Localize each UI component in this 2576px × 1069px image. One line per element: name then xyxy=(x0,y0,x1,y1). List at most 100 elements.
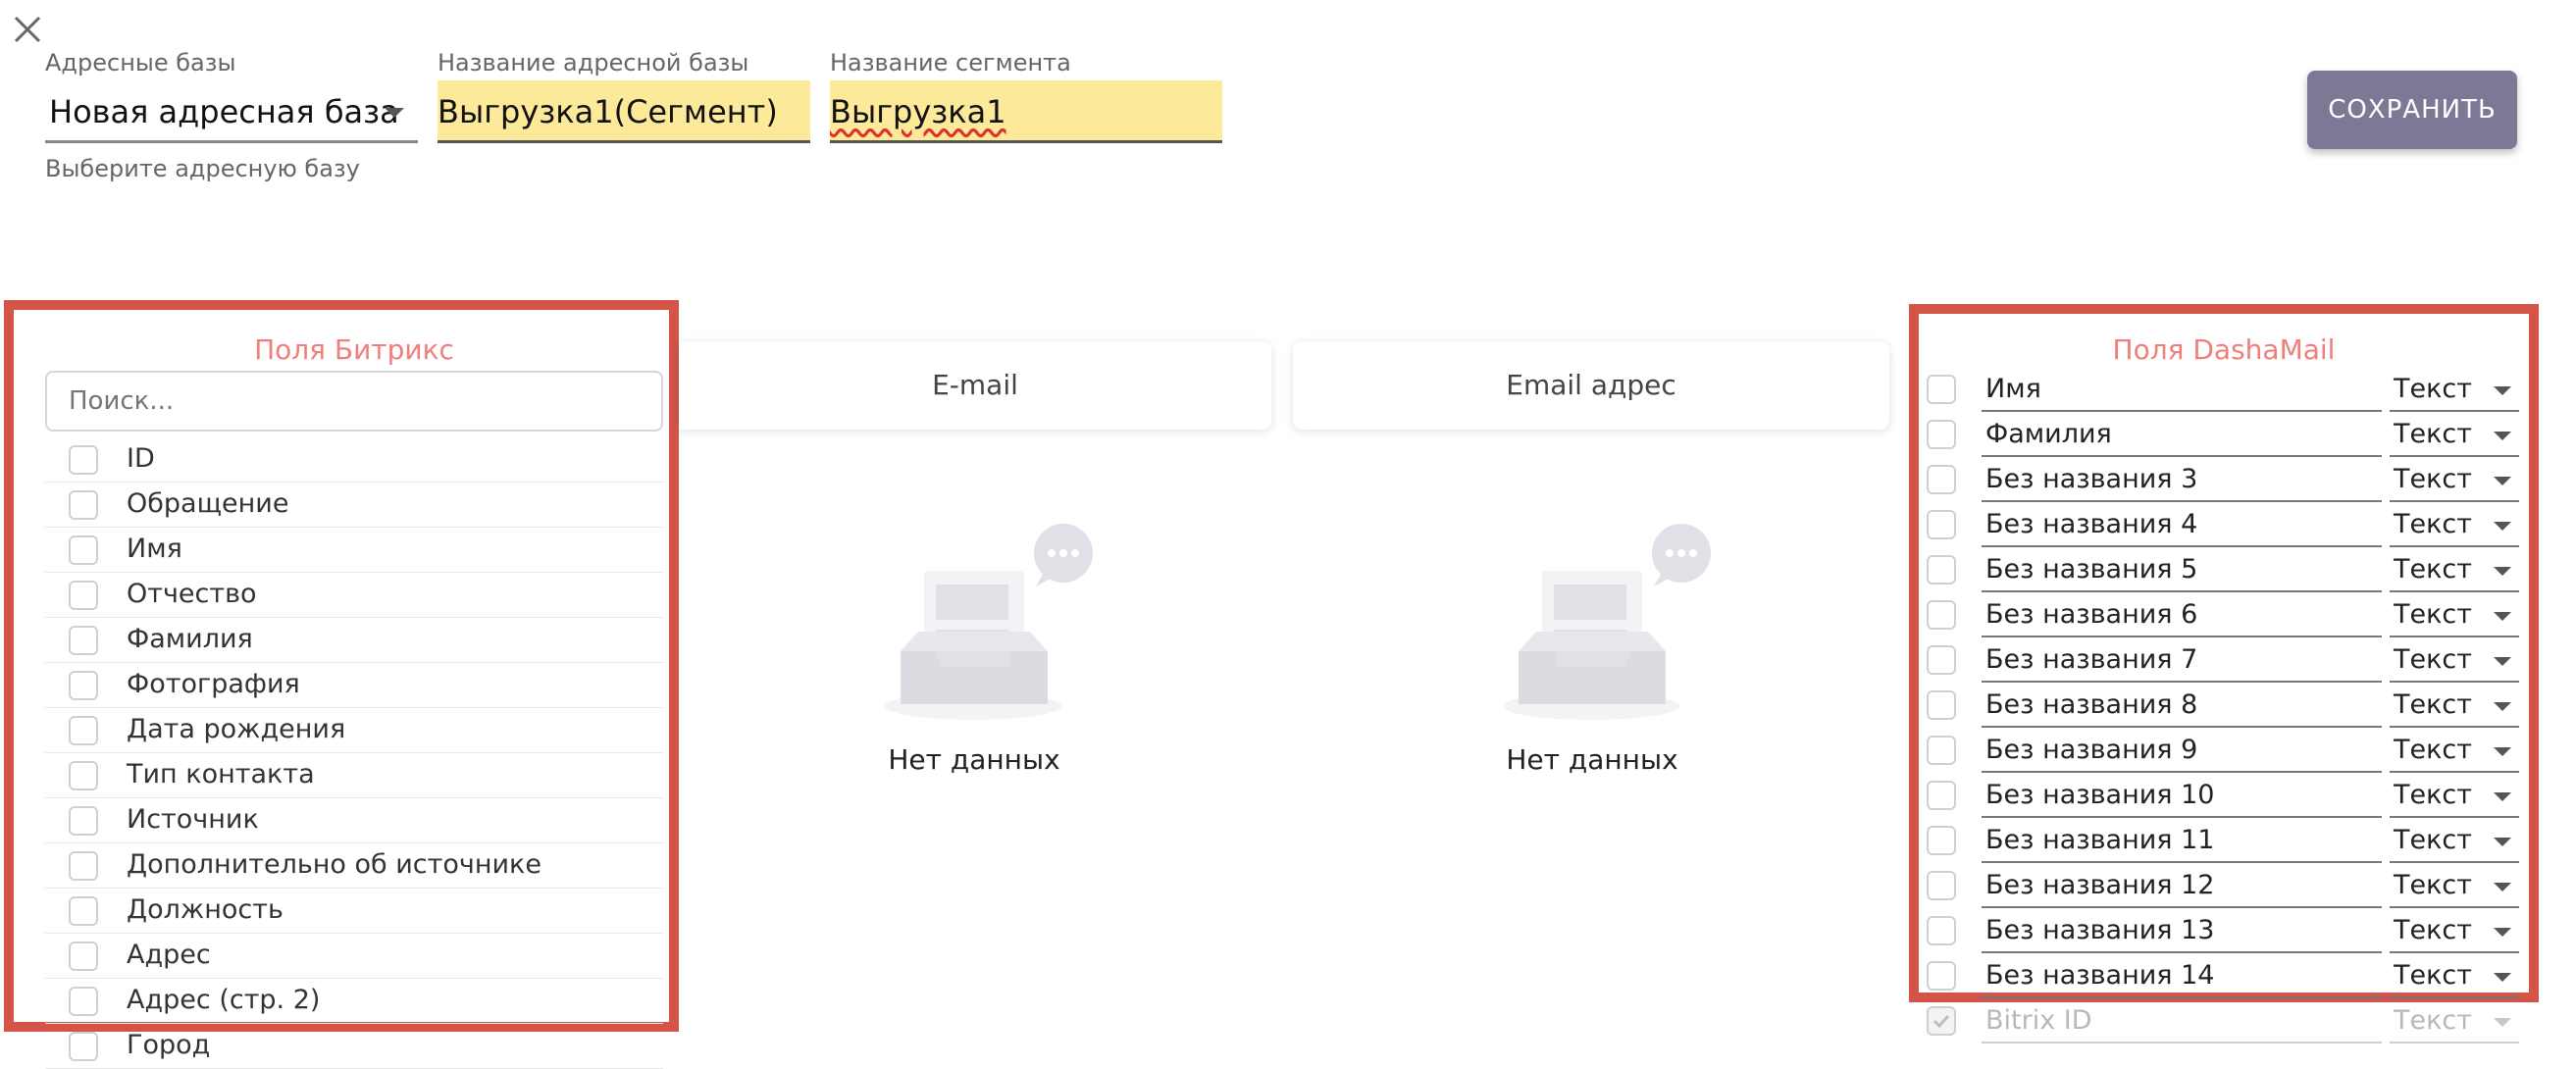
chevron-down-icon xyxy=(2494,792,2511,801)
bitrix-fields-title: Поля Битрикс xyxy=(254,333,454,366)
chevron-down-icon xyxy=(2494,1018,2511,1027)
bitrix-field-row[interactable]: Фамилия xyxy=(45,618,663,663)
bitrix-field-row[interactable]: Отчество xyxy=(45,573,663,618)
address-base-value: Новая адресная база xyxy=(49,93,399,130)
segment-name-input[interactable]: Выгрузка1 xyxy=(830,80,1222,143)
bitrix-field-row[interactable]: Должность xyxy=(45,889,663,934)
bitrix-field-row[interactable]: Источник xyxy=(45,798,663,843)
checkbox[interactable] xyxy=(1927,916,1956,945)
bitrix-field-row[interactable]: Город xyxy=(45,1024,663,1069)
checkbox[interactable] xyxy=(69,535,98,565)
chevron-down-icon xyxy=(2494,657,2511,666)
dashamail-field-name[interactable]: Без названия 6 xyxy=(1982,596,2382,637)
address-base-label: Адресные базы xyxy=(45,49,236,76)
field-type-select[interactable]: Текст xyxy=(2390,596,2519,637)
bitrix-field-row[interactable]: Тип контакта xyxy=(45,753,663,798)
bitrix-field-label: Фотография xyxy=(127,669,300,699)
checkbox[interactable] xyxy=(1927,961,1956,991)
dashamail-field-name[interactable]: Имя xyxy=(1982,371,2382,412)
dashamail-field-name[interactable]: Без названия 10 xyxy=(1982,777,2382,818)
dashamail-field-name[interactable]: Без названия 11 xyxy=(1982,822,2382,863)
bitrix-field-row[interactable]: Адрес (стр. 2) xyxy=(45,979,663,1024)
field-type-select[interactable]: Текст xyxy=(2390,371,2519,412)
field-type-select[interactable]: Текст xyxy=(2390,551,2519,592)
chevron-down-icon xyxy=(2494,477,2511,485)
bitrix-field-label: Тип контакта xyxy=(127,759,315,789)
checkbox[interactable] xyxy=(1927,555,1956,585)
dashamail-field-name[interactable]: Без названия 13 xyxy=(1982,912,2382,953)
dashamail-field-name[interactable]: Без названия 5 xyxy=(1982,551,2382,592)
checkbox[interactable] xyxy=(69,716,98,745)
chevron-down-icon xyxy=(2494,702,2511,711)
field-type-select[interactable]: Текст xyxy=(2390,641,2519,683)
field-type-select[interactable]: Текст xyxy=(2390,506,2519,547)
checkbox[interactable] xyxy=(69,987,98,1016)
dashamail-field-name[interactable]: Без названия 4 xyxy=(1982,506,2382,547)
field-type-value: Текст xyxy=(2394,825,2472,855)
segment-name-value: Выгрузка1 xyxy=(830,93,1006,130)
bitrix-field-row[interactable]: ID xyxy=(45,437,663,483)
field-type-select[interactable]: Текст xyxy=(2390,416,2519,457)
bitrix-field-row[interactable]: Дата рождения xyxy=(45,708,663,753)
chevron-down-icon xyxy=(2494,432,2511,440)
field-type-value: Текст xyxy=(2394,464,2472,494)
chevron-down-icon xyxy=(2494,838,2511,846)
checkbox[interactable] xyxy=(69,761,98,790)
checkbox[interactable] xyxy=(1927,781,1956,810)
save-button[interactable]: СОХРАНИТЬ xyxy=(2307,71,2517,149)
email-column-header[interactable]: E-mail xyxy=(679,341,1271,430)
checkbox[interactable] xyxy=(69,626,98,655)
dashamail-field-name[interactable]: Без названия 14 xyxy=(1982,957,2382,998)
bitrix-field-row[interactable]: Фотография xyxy=(45,663,663,708)
close-icon[interactable] xyxy=(8,10,47,49)
dashamail-field-name[interactable]: Фамилия xyxy=(1982,416,2382,457)
bitrix-field-row[interactable]: Обращение xyxy=(45,483,663,528)
checkbox[interactable] xyxy=(1927,465,1956,494)
base-name-input[interactable]: Выгрузка1(Сегмент) xyxy=(438,80,810,143)
checkbox[interactable] xyxy=(1927,645,1956,675)
field-type-value: Текст xyxy=(2394,689,2472,720)
dashamail-field-name[interactable]: Без названия 3 xyxy=(1982,461,2382,502)
checkbox[interactable] xyxy=(1927,375,1956,404)
checkbox[interactable] xyxy=(1927,871,1956,900)
checkbox[interactable] xyxy=(69,851,98,881)
dashamail-field-name[interactable]: Без названия 12 xyxy=(1982,867,2382,908)
checkbox[interactable] xyxy=(69,445,98,475)
checkbox[interactable] xyxy=(69,942,98,971)
address-base-select[interactable]: Новая адресная база xyxy=(45,80,418,143)
field-type-select[interactable]: Текст xyxy=(2390,912,2519,953)
field-type-select[interactable]: Текст xyxy=(2390,777,2519,818)
bitrix-field-row[interactable]: Адрес xyxy=(45,934,663,979)
chevron-down-icon xyxy=(2494,928,2511,937)
checkbox[interactable] xyxy=(1927,420,1956,449)
checkbox[interactable] xyxy=(1927,826,1956,855)
checkbox[interactable] xyxy=(1927,690,1956,720)
dashamail-field-name[interactable]: Без названия 9 xyxy=(1982,732,2382,773)
checkbox[interactable] xyxy=(1927,510,1956,539)
field-type-select[interactable]: Текст xyxy=(2390,822,2519,863)
field-type-value: Текст xyxy=(2394,915,2472,945)
base-name-value: Выгрузка1(Сегмент) xyxy=(438,93,778,130)
bitrix-field-row[interactable]: Имя xyxy=(45,528,663,573)
email-address-column-header[interactable]: Email адрес xyxy=(1293,341,1889,430)
checkbox[interactable] xyxy=(69,490,98,520)
field-type-select[interactable]: Текст xyxy=(2390,461,2519,502)
field-type-select[interactable]: Текст xyxy=(2390,957,2519,998)
dashamail-field-name[interactable]: Без названия 7 xyxy=(1982,641,2382,683)
bitrix-field-row[interactable]: Дополнительно об источнике xyxy=(45,843,663,889)
field-type-select[interactable]: Текст xyxy=(2390,687,2519,728)
field-type-select[interactable]: Текст xyxy=(2390,732,2519,773)
address-base-hint: Выберите адресную базу xyxy=(45,155,360,182)
checkbox[interactable] xyxy=(69,896,98,926)
checkbox[interactable] xyxy=(69,806,98,836)
checkbox[interactable] xyxy=(1927,600,1956,630)
field-type-select[interactable]: Текст xyxy=(2390,867,2519,908)
bitrix-search-input[interactable] xyxy=(45,371,663,432)
checkbox[interactable] xyxy=(69,1032,98,1061)
dashamail-field-name[interactable]: Без названия 8 xyxy=(1982,687,2382,728)
checkbox[interactable] xyxy=(69,671,98,700)
field-type-value: Текст xyxy=(2394,780,2472,810)
bitrix-field-label: Дополнительно об источнике xyxy=(127,849,541,880)
checkbox[interactable] xyxy=(69,581,98,610)
checkbox[interactable] xyxy=(1927,736,1956,765)
